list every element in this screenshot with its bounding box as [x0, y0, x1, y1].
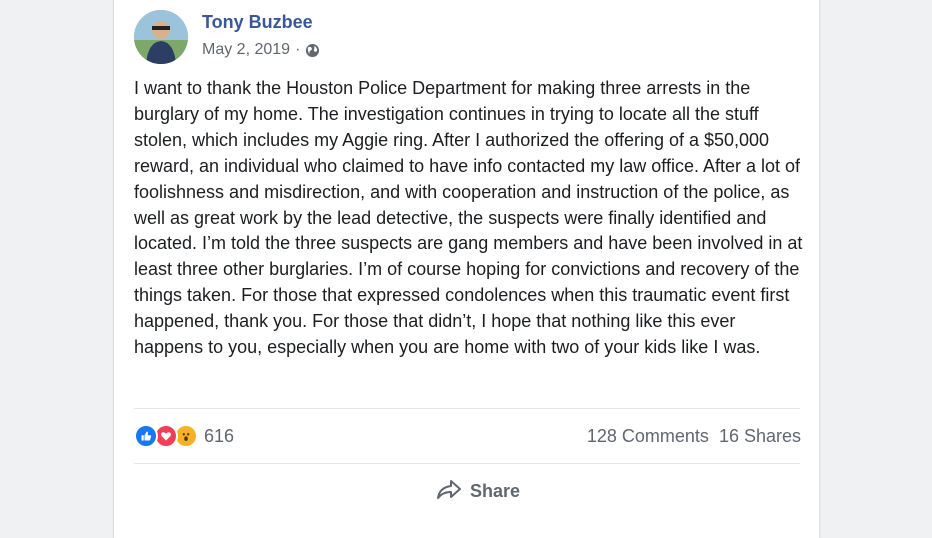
divider: [134, 463, 800, 464]
avatar-photo: [134, 10, 188, 64]
shares-count[interactable]: 16 Shares: [719, 426, 801, 447]
author-name[interactable]: Tony Buzbee: [202, 12, 313, 33]
post-body: I want to thank the Houston Police Depar…: [134, 78, 803, 358]
share-label: Share: [470, 481, 521, 501]
share-icon: [436, 479, 470, 504]
reaction-count[interactable]: 616: [204, 426, 234, 447]
engagement-counts: 128 Comments 16 Shares: [587, 426, 801, 447]
globe-icon[interactable]: [305, 43, 320, 58]
post-card: Tony Buzbee May 2, 2019 · I want to than…: [113, 0, 820, 538]
like-icon: [134, 424, 158, 448]
author-avatar[interactable]: [134, 10, 188, 64]
divider: [134, 408, 800, 409]
post-meta: May 2, 2019 ·: [202, 41, 320, 59]
meta-separator: ·: [295, 41, 301, 58]
share-button[interactable]: Share: [436, 479, 520, 504]
comments-count[interactable]: 128 Comments: [587, 426, 709, 447]
reactions-summary[interactable]: 616: [134, 424, 234, 448]
post-date[interactable]: May 2, 2019: [202, 41, 290, 59]
